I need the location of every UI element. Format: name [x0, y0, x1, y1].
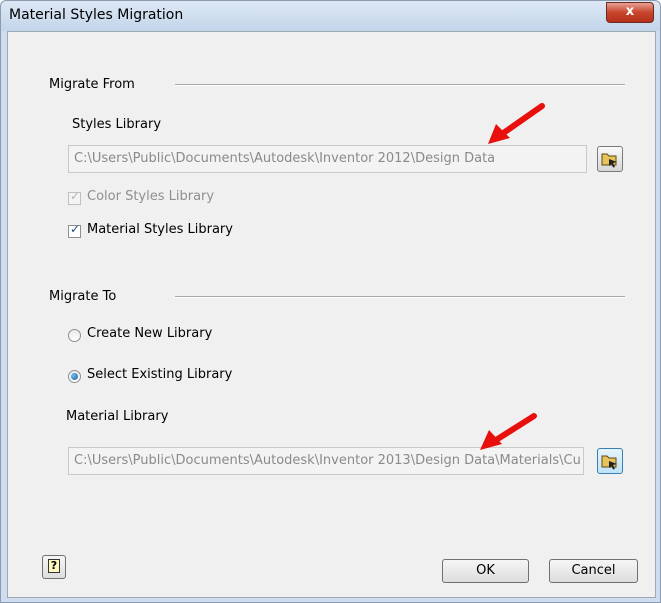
check-icon: ✓ [70, 189, 81, 203]
styles-library-browse-button[interactable] [597, 146, 623, 172]
folder-browse-icon [601, 455, 617, 470]
styles-library-label: Styles Library [72, 117, 162, 132]
select-existing-library-radio[interactable] [68, 370, 81, 383]
migrate-from-label: Migrate From [49, 77, 135, 92]
material-library-browse-button[interactable] [597, 448, 623, 474]
help-button[interactable]: ? [42, 555, 66, 579]
material-styles-label: Material Styles Library [87, 222, 233, 237]
window-title: Material Styles Migration [9, 7, 184, 23]
folder-browse-icon [601, 153, 617, 168]
create-new-library-label: Create New Library [87, 326, 213, 341]
select-existing-library-label: Select Existing Library [87, 367, 233, 382]
red-arrow-icon [488, 103, 545, 144]
red-arrow-icon [480, 413, 537, 450]
close-button[interactable]: x [606, 2, 654, 23]
dialog-window: Material Styles Migration x Migrate From… [0, 0, 661, 603]
migrate-from-divider [175, 84, 625, 86]
help-icon: ? [48, 559, 60, 573]
radio-selected-dot [71, 373, 78, 380]
close-icon: x [625, 4, 635, 19]
migrate-to-label: Migrate To [49, 289, 117, 304]
check-icon: ✓ [70, 222, 81, 236]
title-bar[interactable]: Material Styles Migration x [1, 1, 660, 31]
dialog-client-area: Migrate From Styles Library C:\Users\Pub… [7, 31, 656, 598]
color-styles-label: Color Styles Library [87, 189, 215, 204]
material-library-label: Material Library [66, 409, 169, 424]
material-styles-checkbox[interactable]: ✓ [68, 222, 81, 238]
cancel-button[interactable]: Cancel [549, 559, 638, 583]
ok-button[interactable]: OK [442, 559, 529, 583]
color-styles-checkbox[interactable]: ✓ [68, 189, 81, 205]
create-new-library-radio[interactable] [68, 329, 81, 342]
migrate-to-divider [175, 296, 625, 298]
